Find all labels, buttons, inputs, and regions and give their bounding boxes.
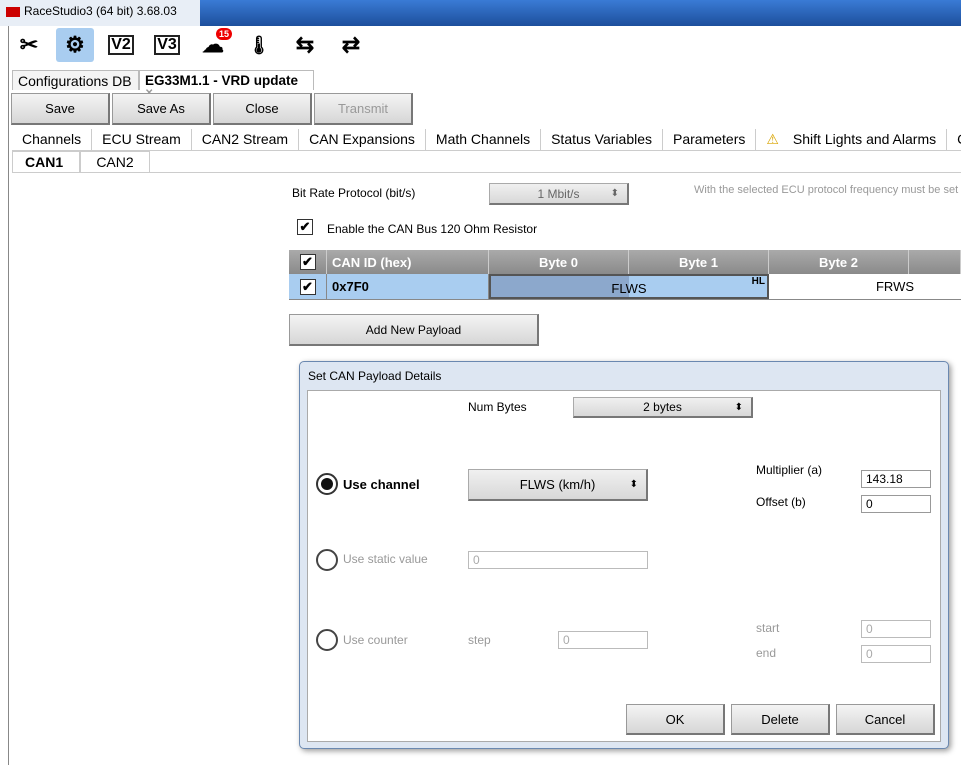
mychron-v2-icon[interactable]: V2	[108, 35, 134, 55]
tab-label: EG33M1.1 - VRD update	[145, 73, 299, 88]
select-all-checkbox[interactable]: ✔	[299, 254, 316, 270]
tab-configurations-db[interactable]: Configurations DB	[12, 70, 139, 90]
tab-math-channels[interactable]: Math Channels	[426, 129, 542, 150]
warning-icon: ⚠	[766, 131, 779, 147]
table-row[interactable]: ✔ 0x7F0 FLWS HL FRWS	[289, 274, 961, 300]
dialog-title: Set CAN Payload Details	[308, 369, 442, 383]
grid-header: ✔ CAN ID (hex) Byte 0 Byte 1 Byte 2	[289, 250, 961, 274]
hl-marker: HL	[751, 276, 765, 287]
ok-button[interactable]: OK	[626, 704, 725, 735]
row-check-cell: ✔	[289, 274, 327, 299]
payload-flws[interactable]: FLWS HL	[489, 274, 769, 299]
end-input[interactable]: 0	[861, 645, 931, 663]
temperature-icon[interactable]: 🌡	[240, 28, 278, 62]
dialog-body: Num Bytes 2 bytes ⬍ Use channel FLWS (km/…	[307, 390, 941, 742]
configuration-gear-icon[interactable]: ⚙	[56, 28, 94, 62]
header-can-id: CAN ID (hex)	[327, 250, 489, 274]
offset-input[interactable]: 0	[861, 495, 931, 513]
notification-badge: 15	[215, 28, 232, 40]
use-static-label: Use static value	[343, 552, 428, 566]
bitrate-select[interactable]: 1 Mbit/s ⬍	[489, 183, 629, 205]
select-all-cell: ✔	[289, 250, 327, 274]
multiplier-label: Multiplier (a)	[756, 463, 823, 477]
tools-icon[interactable]: ✂	[10, 28, 48, 62]
use-channel-label: Use channel	[343, 477, 420, 492]
protocol-note: With the selected ECU protocol frequency…	[694, 184, 961, 196]
use-counter-label: Use counter	[343, 633, 408, 647]
use-static-radio[interactable]	[316, 549, 338, 571]
tab-eg33m1-vrd-update[interactable]: EG33M1.1 - VRD update ✕	[139, 70, 314, 99]
updown-icon: ⬍	[734, 401, 743, 413]
use-counter-radio[interactable]	[316, 629, 338, 651]
start-label: start	[756, 621, 780, 635]
header-byte-0: Byte 0	[489, 250, 629, 274]
resistor-label: Enable the CAN Bus 120 Ohm Resistor	[327, 222, 538, 236]
num-bytes-value: 2 bytes	[643, 400, 682, 414]
add-new-payload-button[interactable]: Add New Payload	[289, 314, 539, 346]
tab-can1[interactable]: CAN1	[12, 151, 80, 173]
tab-channels[interactable]: Channels	[12, 129, 93, 150]
save-button[interactable]: Save	[11, 93, 110, 125]
end-label: end	[756, 646, 777, 660]
mychron-v3-icon[interactable]: V3	[154, 35, 180, 55]
title-bar: RaceStudio3 (64 bit) 3.68.03	[0, 0, 961, 26]
header-byte-2: Byte 2	[769, 250, 909, 274]
delete-button[interactable]: Delete	[731, 704, 830, 735]
transfer-add-icon[interactable]: ⇆	[286, 28, 324, 62]
tab-label: Shift Lights and Alarms	[792, 131, 937, 147]
resistor-checkbox[interactable]: ✔	[297, 219, 313, 235]
tab-status-variables[interactable]: Status Variables	[541, 129, 663, 150]
config-tabs: Channels ECU Stream CAN2 Stream CAN Expa…	[12, 129, 961, 151]
num-bytes-select[interactable]: 2 bytes ⬍	[573, 397, 753, 418]
tab-can2-stream[interactable]: CAN2 Stream	[192, 129, 300, 150]
updown-icon: ⬍	[629, 479, 638, 490]
header-byte-1: Byte 1	[629, 250, 769, 274]
bitrate-value: 1 Mbit/s	[537, 186, 580, 201]
offset-label: Offset (b)	[756, 495, 806, 509]
bitrate-label: Bit Rate Protocol (bit/s)	[292, 186, 416, 200]
close-button[interactable]: Close	[213, 93, 312, 125]
row-checkbox[interactable]: ✔	[299, 278, 316, 295]
tab-parameters[interactable]: Parameters	[663, 129, 757, 150]
divider	[12, 172, 961, 173]
tab-ecu-stream[interactable]: ECU Stream	[92, 129, 192, 150]
payload-label: FLWS	[611, 281, 647, 296]
payload-grid: ✔ CAN ID (hex) Byte 0 Byte 1 Byte 2 ✔ 0x…	[289, 250, 961, 300]
step-label: step	[468, 633, 491, 647]
start-input[interactable]: 0	[861, 620, 931, 638]
tab-can2[interactable]: CAN2	[80, 151, 150, 173]
tab-shift-lights-and-alarms[interactable]: ⚠ Shift Lights and Alarms	[756, 129, 948, 150]
toolbar: ✂ ⚙ V2 V3 ☁ 15 🌡 ⇆ ⇄	[10, 28, 370, 64]
save-as-button[interactable]: Save As	[112, 93, 211, 125]
tab-can-expansions[interactable]: CAN Expansions	[299, 129, 426, 150]
tab-co[interactable]: Co	[947, 129, 961, 150]
payload-frws[interactable]: FRWS	[769, 274, 961, 299]
window-title: RaceStudio3 (64 bit) 3.68.03	[0, 0, 200, 26]
tracks-icon[interactable]: ☁ 15	[194, 28, 232, 62]
updown-icon: ⬍	[610, 188, 619, 199]
can-tabs: CAN1 CAN2	[12, 151, 150, 173]
static-value-input[interactable]: 0	[468, 551, 648, 569]
step-input[interactable]: 0	[558, 631, 648, 649]
can-id-cell[interactable]: 0x7F0	[327, 274, 489, 299]
app-logo-icon	[6, 6, 20, 17]
set-can-payload-dialog: Set CAN Payload Details Num Bytes 2 byte…	[299, 361, 949, 749]
use-channel-radio[interactable]	[316, 473, 338, 495]
cancel-button[interactable]: Cancel	[836, 704, 935, 735]
sync-icon[interactable]: ⇄	[332, 28, 370, 62]
channel-select[interactable]: FLWS (km/h) ⬍	[468, 469, 648, 501]
header-more	[909, 250, 961, 274]
window-title-text: RaceStudio3 (64 bit) 3.68.03	[24, 4, 177, 18]
num-bytes-label: Num Bytes	[468, 400, 527, 414]
multiplier-input[interactable]: 143.18	[861, 470, 931, 488]
transmit-button[interactable]: Transmit	[314, 93, 413, 125]
channel-value: FLWS (km/h)	[519, 477, 596, 492]
